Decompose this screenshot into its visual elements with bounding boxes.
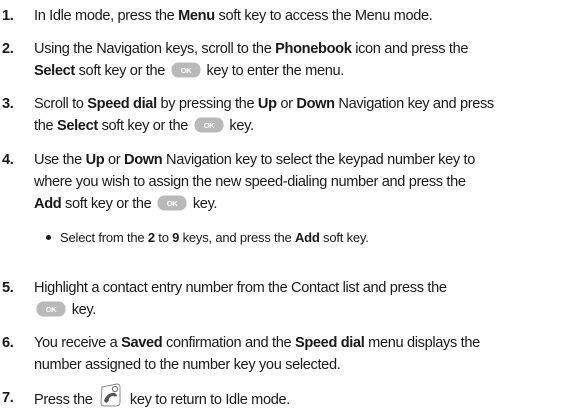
text-run: Select: [34, 63, 75, 79]
text-run: Navigation key to select the keypad numb…: [162, 152, 476, 168]
text-run: Phonebook: [275, 41, 352, 57]
text-run: Select: [56, 118, 98, 134]
text-run: Down: [124, 152, 163, 168]
end-key-icon: [100, 383, 121, 407]
step-line: Using the Navigation keys, scroll to the…: [34, 38, 582, 60]
text-run: number assigned to the number key you se…: [34, 357, 341, 373]
text-run: Up: [257, 96, 277, 112]
step-text: Scroll to Speed dial by pressing the Up …: [34, 93, 582, 137]
step-text: Highlight a contact entry number from th…: [34, 277, 582, 321]
ok-key-icon: OK: [194, 117, 224, 133]
text-run: In Idle mode, press the: [34, 8, 179, 24]
text-run: Add: [34, 196, 62, 212]
step-line: In Idle mode, press the Menu soft key to…: [34, 5, 582, 27]
text-run: Up: [85, 152, 105, 168]
ok-key-icon: OK: [36, 301, 66, 317]
text-run: key to enter the menu.: [202, 63, 344, 79]
text-run: Using the Navigation keys, scroll to the: [34, 41, 276, 57]
text-run: Saved: [121, 335, 163, 351]
step-text: Using the Navigation keys, scroll to the…: [34, 38, 582, 82]
text-run: key.: [68, 302, 97, 318]
text-run: confirmation and the: [162, 335, 295, 351]
svg-text:OK: OK: [167, 199, 178, 208]
step-number: 2.: [2, 41, 14, 57]
step-line: where you wish to assign the new speed-d…: [34, 171, 582, 193]
text-run: Menu: [178, 8, 215, 24]
step-4-bullet: Select from the 2 to 9 keys, and press t…: [46, 228, 369, 248]
step-line: number assigned to the number key you se…: [34, 354, 582, 376]
text-run: Use the: [34, 152, 86, 168]
text-run: Add: [294, 230, 320, 245]
text-run: soft key or the: [97, 118, 192, 134]
step-line: Highlight a contact entry number from th…: [34, 277, 582, 299]
step-line: OK key.: [34, 299, 582, 321]
text-run: Speed dial: [294, 335, 365, 351]
step-line: Select soft key or the OK key to enter t…: [34, 60, 582, 82]
text-run: Navigation key and press: [334, 96, 494, 112]
step-line: You receive a Saved confirmation and the…: [34, 332, 582, 354]
ok-key-icon: OK: [171, 62, 201, 78]
step-line: the Select soft key or the OK key.: [34, 115, 582, 137]
instruction-page: 1. In Idle mode, press the Menu soft key …: [0, 0, 584, 411]
text-run: Scroll to: [34, 96, 88, 112]
text-run: where you wish to assign the new speed-d…: [34, 174, 466, 190]
bullet-dot-icon: [46, 235, 51, 241]
text-run: soft key or the: [61, 196, 156, 212]
text-run: key.: [189, 196, 218, 212]
text-run: menu displays the: [364, 335, 480, 351]
step-text: Use the Up or Down Navigation key to sel…: [34, 149, 582, 215]
text-run: Select from the: [60, 230, 148, 245]
step-number: 6.: [2, 335, 14, 351]
svg-text:OK: OK: [203, 121, 214, 130]
text-run: soft key or the: [74, 63, 169, 79]
text-run: key.: [225, 118, 254, 134]
text-run: You receive a: [34, 335, 122, 351]
text-run: the: [34, 118, 57, 134]
step-line: Add soft key or the OK key.: [34, 193, 582, 215]
step-line: Scroll to Speed dial by pressing the Up …: [34, 93, 582, 115]
step-number: 3.: [2, 96, 14, 112]
text-run: Highlight a contact entry number from th…: [34, 280, 447, 296]
text-run: or: [276, 96, 297, 112]
text-run: keys, and press the: [179, 230, 295, 245]
step-number: 4.: [2, 152, 14, 168]
ok-key-icon: OK: [157, 195, 187, 211]
step-number: 7.: [2, 390, 14, 406]
text-run: icon and press the: [351, 41, 469, 57]
text-run: Press the: [34, 391, 97, 408]
svg-text:OK: OK: [180, 66, 191, 75]
text-run: to: [154, 230, 173, 245]
step-line: Press the key to return to Idle mode.: [34, 383, 582, 409]
text-run: Speed dial: [87, 96, 157, 112]
text-run: 2: [147, 230, 155, 245]
step-text: Press the key to return to Idle mode.: [34, 383, 582, 409]
step-text: In Idle mode, press the Menu soft key to…: [34, 5, 582, 27]
text-run: key to return to Idle mode.: [126, 391, 290, 408]
text-run: soft key to access the Menu mode.: [214, 8, 433, 24]
text-run: by pressing the: [156, 96, 258, 112]
step-text: You receive a Saved confirmation and the…: [34, 332, 582, 376]
step-number: 1.: [2, 8, 14, 24]
text-run: or: [104, 152, 125, 168]
step-number: 5.: [2, 280, 14, 296]
text-run: soft key.: [319, 230, 369, 245]
text-run: Down: [296, 96, 335, 112]
step-line: Use the Up or Down Navigation key to sel…: [34, 149, 582, 171]
svg-text:OK: OK: [46, 305, 57, 314]
